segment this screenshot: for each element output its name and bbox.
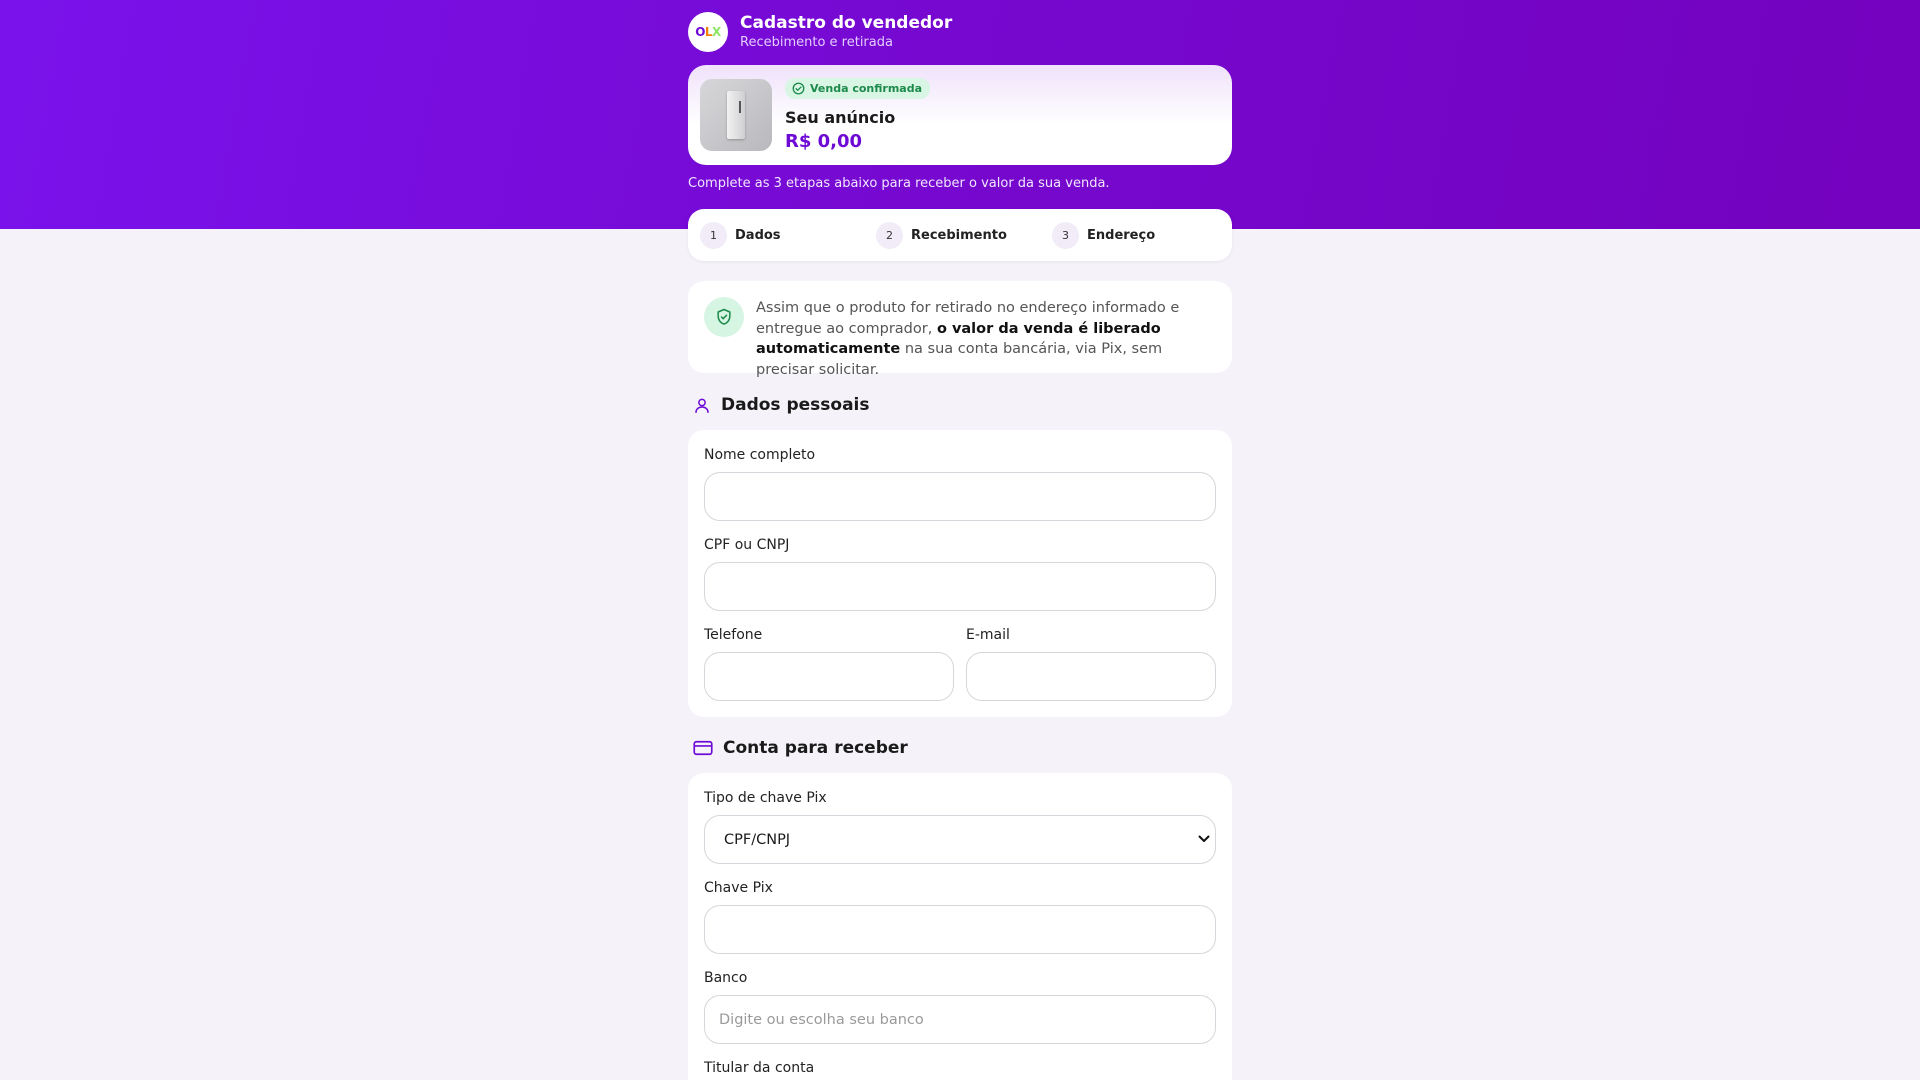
refrigerator-image <box>727 91 745 139</box>
page-title: Cadastro do vendedor <box>740 12 953 33</box>
holder-field: Titular da conta <box>704 1058 1216 1078</box>
document-field: CPF ou CNPJ <box>704 535 1216 611</box>
pix-type-field: Tipo de chave Pix CPF/CNPJ <box>704 788 1216 864</box>
shield-check-icon <box>704 297 744 337</box>
name-label: Nome completo <box>704 447 816 463</box>
step-label: Endereço <box>1087 227 1156 243</box>
info-text: Assim que o produto for retirado no ende… <box>756 300 1180 378</box>
phone-label: Telefone <box>704 627 763 643</box>
product-title: Seu anúncio <box>785 107 896 127</box>
product-card: Venda confirmada Seu anúncio R$ 0,00 <box>688 65 1232 165</box>
product-thumbnail <box>700 79 772 151</box>
bank-input[interactable] <box>704 995 1216 1044</box>
credit-card-icon <box>693 740 713 756</box>
step-dados[interactable]: 1 Dados <box>700 221 876 249</box>
status-badge: Venda confirmada <box>785 77 930 99</box>
pix-key-field: Chave Pix <box>704 878 1216 954</box>
account-card: Tipo de chave Pix CPF/CNPJ Chave Pix Ban… <box>688 773 1232 1080</box>
step-label: Recebimento <box>911 227 1007 243</box>
step-number: 3 <box>1052 221 1079 249</box>
section-account-title: Conta para receber <box>693 738 908 758</box>
chevron-down-icon <box>1198 833 1210 846</box>
phone-field: Telefone <box>704 625 954 701</box>
pix-type-label: Tipo de chave Pix <box>704 790 827 806</box>
olx-logo: OLX <box>688 12 728 52</box>
name-input[interactable] <box>704 472 1216 521</box>
step-recebimento[interactable]: 2 Recebimento <box>876 221 1052 249</box>
step-label: Dados <box>735 227 781 243</box>
product-price: R$ 0,00 <box>785 130 863 152</box>
document-input[interactable] <box>704 562 1216 611</box>
name-field: Nome completo <box>704 445 1216 521</box>
step-number: 2 <box>876 221 903 249</box>
brand-header: OLX Cadastro do vendedor Recebimento e r… <box>688 12 952 52</box>
pix-type-select[interactable]: CPF/CNPJ <box>704 815 1216 864</box>
bank-label: Banco <box>704 970 748 986</box>
phone-input[interactable] <box>704 652 954 701</box>
step-number: 1 <box>700 221 727 249</box>
page-subtitle: Recebimento e retirada <box>740 34 893 50</box>
email-input[interactable] <box>966 652 1216 701</box>
step-endereco[interactable]: 3 Endereço <box>1052 221 1228 249</box>
email-label: E-mail <box>966 627 1010 643</box>
user-icon <box>695 398 709 413</box>
personal-data-card: Nome completo CPF ou CNPJ Telefone E-mai… <box>688 430 1232 717</box>
document-label: CPF ou CNPJ <box>704 537 790 553</box>
holder-label: Titular da conta <box>704 1060 815 1076</box>
pix-key-input[interactable] <box>704 905 1216 954</box>
stepper: 1 Dados 2 Recebimento 3 Endereço <box>688 209 1232 261</box>
email-field: E-mail <box>966 625 1216 701</box>
pix-key-label: Chave Pix <box>704 880 773 896</box>
section-personal-title: Dados pessoais <box>693 395 870 415</box>
check-circle-icon <box>792 82 805 94</box>
info-card: Assim que o produto for retirado no ende… <box>688 281 1232 378</box>
bank-field: Banco <box>704 968 1216 1044</box>
steps-note: Complete as 3 etapas abaixo para receber… <box>688 176 1110 191</box>
